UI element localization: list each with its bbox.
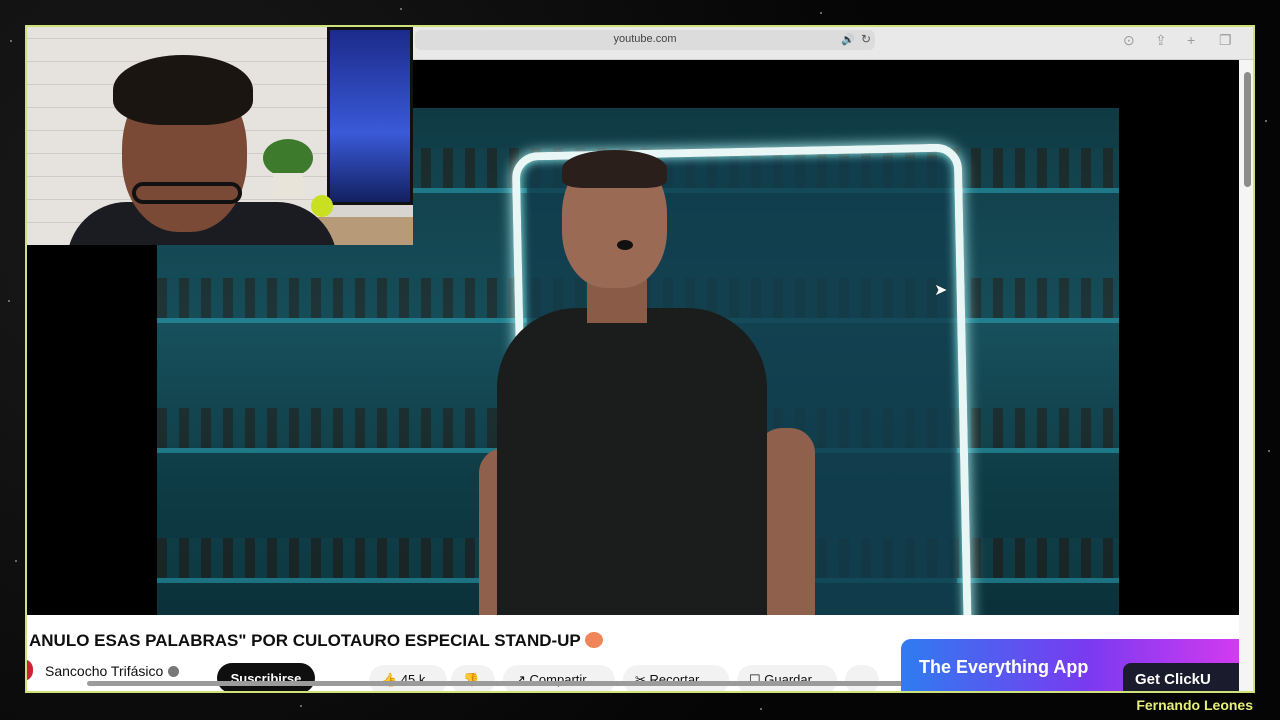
captured-screen: ➤ youtube.com 🔊 ↻ ⊙ ⇪ + ❐ ANULO ESAS PAL…	[25, 25, 1255, 693]
background-star	[300, 705, 302, 707]
mouse-cursor-icon: ➤	[934, 282, 948, 299]
background-star	[8, 300, 10, 302]
tennis-ball	[311, 195, 333, 217]
browser-toolbar: youtube.com 🔊 ↻ ⊙ ⇪ + ❐	[413, 27, 1253, 60]
channel-avatar[interactable]	[27, 659, 33, 681]
monitor	[327, 27, 413, 205]
peach-emoji-icon	[584, 632, 603, 648]
like-button[interactable]: 👍 45 k	[369, 665, 447, 691]
stream-canvas: ➤ youtube.com 🔊 ↻ ⊙ ⇪ + ❐ ANULO ESAS PAL…	[0, 0, 1280, 720]
performer-shirt	[497, 308, 767, 648]
plant-pot	[273, 173, 303, 199]
background-star	[820, 12, 822, 14]
ad-headline: The Everything App	[919, 657, 1089, 677]
speaker-icon[interactable]: 🔊	[841, 33, 855, 46]
performer-hair	[562, 150, 667, 188]
reload-icon[interactable]: ↻	[861, 32, 871, 46]
background-star	[1265, 120, 1267, 122]
download-icon[interactable]: ⊙	[1123, 32, 1135, 49]
save-button[interactable]: ☐ Guardar	[737, 665, 837, 691]
scrollbar-thumb[interactable]	[1244, 72, 1251, 187]
background-star	[400, 8, 402, 10]
plant	[263, 139, 313, 177]
subscribe-button[interactable]: Suscribirse	[217, 663, 315, 691]
clip-button[interactable]: ✂ Recortar	[623, 665, 729, 691]
background-star	[760, 708, 762, 710]
video-title: ANULO ESAS PALABRAS" POR CULOTAURO ESPEC…	[29, 631, 603, 651]
share-button[interactable]: ↗ Compartir	[503, 665, 615, 691]
channel-name[interactable]: Sancocho Trifásico	[45, 663, 180, 679]
new-tab-icon[interactable]: +	[1187, 32, 1195, 48]
dislike-button[interactable]: 👎	[451, 665, 495, 691]
video-info: ANULO ESAS PALABRAS" POR CULOTAURO ESPEC…	[27, 615, 1239, 691]
video-title-text: ANULO ESAS PALABRAS" POR CULOTAURO ESPEC…	[29, 631, 581, 650]
background-star	[15, 560, 17, 562]
headset-mic-icon	[617, 240, 633, 250]
glasses	[132, 182, 242, 204]
verified-icon	[168, 666, 180, 677]
url-text: youtube.com	[613, 33, 677, 45]
streamer-watermark: Fernando Leones	[1136, 697, 1253, 713]
background-star	[1268, 450, 1270, 452]
webcam-overlay	[27, 27, 413, 245]
streamer-hair	[113, 55, 253, 125]
share-icon[interactable]: ⇪	[1155, 32, 1167, 49]
channel-name-text: Sancocho Trifásico	[45, 663, 164, 679]
ad-cta-button[interactable]: Get ClickU	[1123, 663, 1239, 691]
vertical-scrollbar[interactable]	[1239, 60, 1253, 691]
background-star	[10, 40, 12, 42]
more-actions-button[interactable]: ...	[845, 665, 879, 691]
ad-banner[interactable]: The Everything App Get ClickU	[901, 639, 1239, 691]
tab-overview-icon[interactable]: ❐	[1219, 32, 1232, 49]
address-bar[interactable]: youtube.com 🔊 ↻	[415, 30, 875, 50]
